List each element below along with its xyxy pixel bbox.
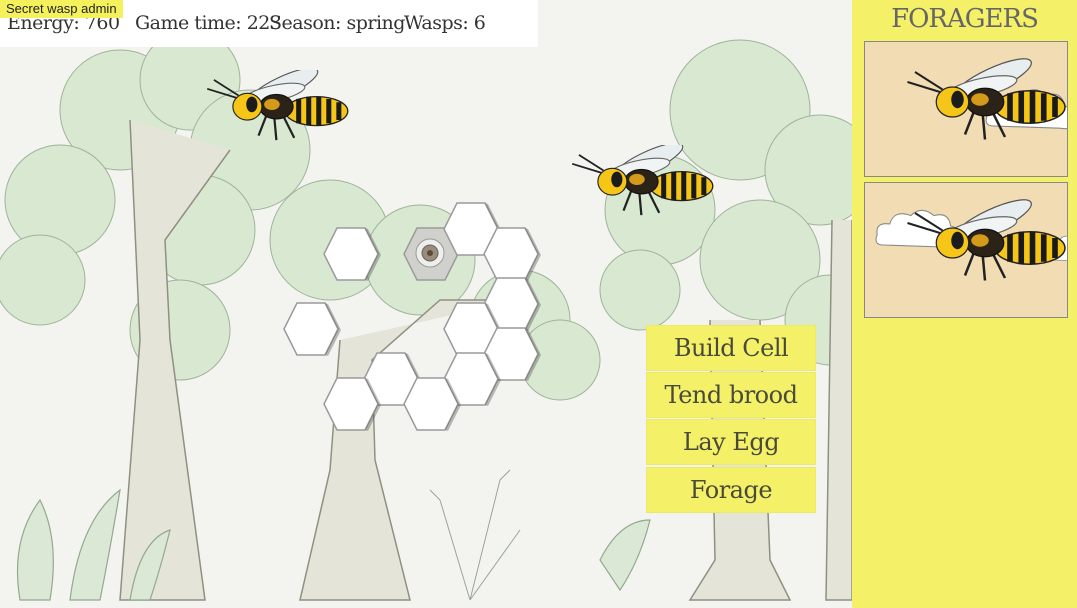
game-scene: Build Cell Tend brood Lay Egg Forage [0, 0, 852, 608]
hex-cell-icon [483, 227, 542, 282]
forest-background [0, 29, 852, 601]
lay-egg-button[interactable]: Lay Egg [646, 419, 816, 465]
tend-brood-button[interactable]: Tend brood [646, 372, 816, 418]
wasp-icon[interactable] [205, 70, 350, 150]
forager-scene [875, 183, 1067, 317]
nest-cell[interactable] [403, 377, 462, 432]
forager-card[interactable] [864, 41, 1068, 177]
hex-cell-icon [403, 377, 462, 432]
hex-cell-icon [323, 377, 382, 432]
wasps-count-readout: Wasps: 6 [404, 12, 486, 34]
forager-scene [865, 42, 1067, 176]
forage-button[interactable]: Forage [646, 467, 816, 513]
season-readout: Season: spring [269, 12, 405, 34]
hex-cell-icon [283, 302, 342, 357]
game-time-readout: Game time: 223 [135, 12, 282, 34]
build-cell-button[interactable]: Build Cell [646, 325, 816, 371]
hex-cell-icon [323, 227, 382, 282]
admin-button[interactable]: Secret wasp admin [0, 0, 123, 18]
nest-cell[interactable] [323, 377, 382, 432]
nest-cell[interactable] [483, 227, 542, 282]
forager-card[interactable] [864, 182, 1068, 318]
foragers-panel: FORAGERS [852, 0, 1077, 608]
wasp-icon[interactable] [570, 145, 715, 225]
nest-cell[interactable] [323, 227, 382, 282]
nest-cell[interactable] [283, 302, 342, 357]
foragers-title: FORAGERS [891, 4, 1039, 34]
